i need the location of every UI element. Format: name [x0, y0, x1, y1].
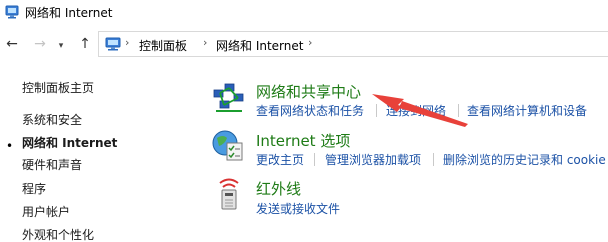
control-panel-icon [5, 5, 19, 19]
up-arrow-icon[interactable]: ↑ [75, 34, 95, 54]
breadcrumb-separator[interactable]: › [308, 36, 312, 49]
network-sharing-center-title[interactable]: 网络和共享中心 [256, 81, 361, 102]
link-separator [433, 153, 434, 166]
sidebar-item-system-security[interactable]: 系统和安全 [22, 111, 82, 128]
link-separator [376, 104, 377, 117]
sidebar-item-control-panel-home[interactable]: 控制面板主页 [22, 79, 94, 96]
link-separator [314, 153, 315, 166]
chevron-down-icon[interactable]: ▾ [54, 36, 68, 56]
change-homepage-link[interactable]: 更改主页 [256, 151, 304, 168]
link-separator [458, 104, 459, 117]
infrared-title[interactable]: 红外线 [256, 178, 301, 199]
internet-options-icon[interactable] [211, 128, 245, 162]
back-arrow-icon[interactable]: ← [2, 34, 22, 54]
sidebar-item-hardware-sound[interactable]: 硬件和声音 [22, 156, 82, 173]
window-title: 网络和 Internet [25, 6, 113, 20]
view-network-computers-link[interactable]: 查看网络计算机和设备 [467, 102, 587, 119]
network-sharing-center-icon[interactable] [212, 80, 246, 114]
breadcrumb-separator[interactable]: › [203, 36, 207, 49]
delete-history-link[interactable]: 删除浏览的历史记录和 cookie [443, 151, 606, 168]
address-bar[interactable]: › 控制面板 › 网络和 Internet › [98, 31, 608, 57]
connect-to-network-link[interactable]: 连接到网络 [386, 102, 446, 119]
breadcrumb-control-panel[interactable]: 控制面板 [139, 37, 187, 54]
navigation-bar: ← → ▾ ↑ › 控制面板 › 网络和 Internet › [0, 30, 608, 58]
sidebar-item-programs[interactable]: 程序 [22, 180, 46, 197]
sidebar-item-network-internet[interactable]: 网络和 Internet [22, 134, 117, 151]
send-receive-files-link[interactable]: 发送或接收文件 [256, 200, 340, 217]
breadcrumb-separator[interactable]: › [125, 36, 129, 49]
view-network-status-link[interactable]: 查看网络状态和任务 [256, 102, 364, 119]
manage-addons-link[interactable]: 管理浏览器加载项 [325, 151, 421, 168]
forward-arrow-icon[interactable]: → [30, 34, 50, 54]
internet-options-title[interactable]: Internet 选项 [256, 130, 350, 151]
sidebar-item-appearance[interactable]: 外观和个性化 [22, 226, 94, 242]
current-item-marker: • [6, 139, 14, 153]
title-bar: 网络和 Internet [0, 0, 608, 26]
control-panel-location-icon [105, 37, 121, 51]
infrared-icon[interactable] [212, 177, 246, 211]
sidebar-item-user-accounts[interactable]: 用户帐户 [22, 203, 70, 220]
breadcrumb-network-internet[interactable]: 网络和 Internet [216, 37, 303, 54]
